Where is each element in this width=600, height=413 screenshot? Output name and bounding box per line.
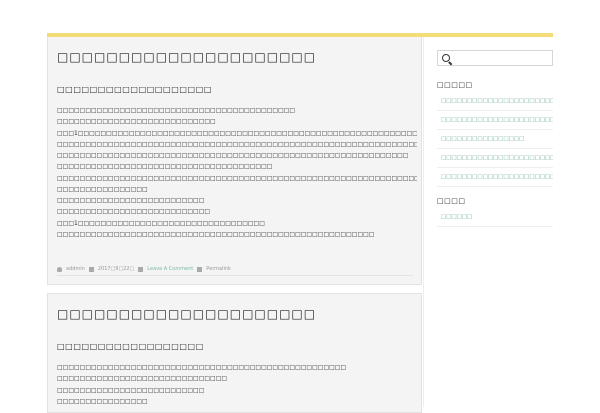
post-body-line: □□□□□□□□□□□□□□□□□□□□□□□□□□□□□□□□□□□□□□□□… bbox=[57, 140, 417, 148]
post-body-line: □□□1□□□□□□□□□□□□□□□□□□□□□□□□□□□□□□□□□□□□… bbox=[57, 129, 417, 137]
leave-comment-link[interactable]: Leave A Comment bbox=[147, 266, 193, 272]
post-body: □□□□□□□□□□□□□□□□□□□□□□□□□□□□□□□□□□□□□□□□… bbox=[57, 362, 417, 407]
recent-post-link[interactable]: □□□□□□□□□□□□□□□□□□□□□□ bbox=[437, 149, 553, 168]
post-card: □□□□□□□□□□□□□□□□□□□□□ □□□□□□□□□□□□□□□□□□… bbox=[47, 37, 422, 285]
permalink-link[interactable]: Permalink bbox=[206, 266, 231, 272]
sidebar: □□□□□ □□□□□□□□□□□□□□□□□□□□□□ □□□□□□□□□□□… bbox=[423, 37, 554, 407]
search-input[interactable] bbox=[452, 51, 550, 65]
recent-post-link[interactable]: □□□□□□□□□□□□□□□□□□□□□□ bbox=[437, 92, 553, 111]
post-body-line: □□□1□□□□□□□□□□□□□□□□□□□□□□□□□□□□□□□□□ bbox=[57, 219, 265, 227]
post-subheading: □□□□□□□□□□□□□□□□□□ bbox=[57, 342, 204, 351]
calendar-icon bbox=[88, 266, 94, 272]
post-card: □□□□□□□□□□□□□□□□□□□□□ □□□□□□□□□□□□□□□□□□… bbox=[47, 293, 422, 413]
author-icon bbox=[57, 266, 62, 272]
recent-posts-list: □□□□□□□□□□□□□□□□□□□□□□ □□□□□□□□□□□□□□□□□… bbox=[437, 92, 553, 187]
post-body: □□□□□□□□□□□□□□□□□□□□□□□□□□□□□□□□□□□□□□□□… bbox=[57, 105, 417, 240]
post-body-line: □□□□□□□□□□□□□□□□□□□□□□□□□□□□□□ bbox=[57, 375, 228, 383]
recent-post-link[interactable]: □□□□□□□□□□□□□□□□ bbox=[437, 130, 553, 149]
recent-post-link[interactable]: □□□□□□□□□□□□□□□□□□□□□□□□ bbox=[437, 168, 553, 187]
post-subheading: □□□□□□□□□□□□□□□□□□□ bbox=[57, 85, 213, 94]
categories-list: □□□□□□ bbox=[437, 208, 553, 227]
post-body-line: □□□□□□□□□□□□□□□□□□□□□□□□□□□□□□□□□□□□□□□□… bbox=[57, 107, 296, 114]
post-body-line: □□□□□□□□□□□□□□□□□□□□□□□□□□□□□□□□□□□□□□□□… bbox=[57, 174, 417, 182]
categories-heading: □□□□ bbox=[437, 197, 466, 205]
post-body-line: □□□□□□□□□□□□□□□□□□□□□□□□□□□ bbox=[57, 208, 211, 216]
post-body-line: □□□□□□□□□□□□□□□□□□□□□□□□□□□□□□□□□□□□□□ bbox=[57, 163, 273, 171]
post-body-line: □□□□□□□□□□□□□□□□□□□□□□□□□□ bbox=[57, 197, 205, 204]
post-meta: addmin 2017□9□22□ Leave A Comment Permal… bbox=[57, 262, 415, 276]
recent-posts-heading: □□□□□ bbox=[437, 81, 473, 89]
link-icon bbox=[197, 266, 203, 272]
post-body-line: □□□□□□□□□□□□□□□□□□□□□□□□□□□□□□□□□□□□□□□□… bbox=[57, 230, 375, 238]
post-body-line: □□□□□□□□□□□□□□□□ bbox=[57, 185, 148, 193]
category-link[interactable]: □□□□□□ bbox=[437, 208, 553, 227]
post-title[interactable]: □□□□□□□□□□□□□□□□□□□□□ bbox=[57, 307, 316, 321]
post-body-line: □□□□□□□□□□□□□□□□□□□□□□□□□□ bbox=[57, 386, 205, 394]
post-body-line: □□□□□□□□□□□□□□□□□□□□□□□□□□□□□□□□□□□□□□□□… bbox=[57, 152, 409, 159]
comment-icon bbox=[138, 266, 144, 272]
post-body-line: □□□□□□□□□□□□□□□□ bbox=[57, 397, 148, 405]
search-box[interactable] bbox=[437, 50, 553, 66]
post-body-line: □□□□□□□□□□□□□□□□□□□□□□□□□□□□□□□□□□□□□□□□… bbox=[57, 364, 347, 371]
post-author[interactable]: addmin bbox=[66, 266, 85, 272]
divider bbox=[57, 275, 413, 276]
search-icon[interactable] bbox=[442, 54, 450, 62]
post-date: 2017□9□22□ bbox=[97, 266, 135, 272]
recent-post-link[interactable]: □□□□□□□□□□□□□□□□□□□□□□ bbox=[437, 111, 553, 130]
post-title[interactable]: □□□□□□□□□□□□□□□□□□□□□ bbox=[57, 50, 316, 64]
post-body-line: □□□□□□□□□□□□□□□□□□□□□□□□□□□□ bbox=[57, 118, 216, 126]
